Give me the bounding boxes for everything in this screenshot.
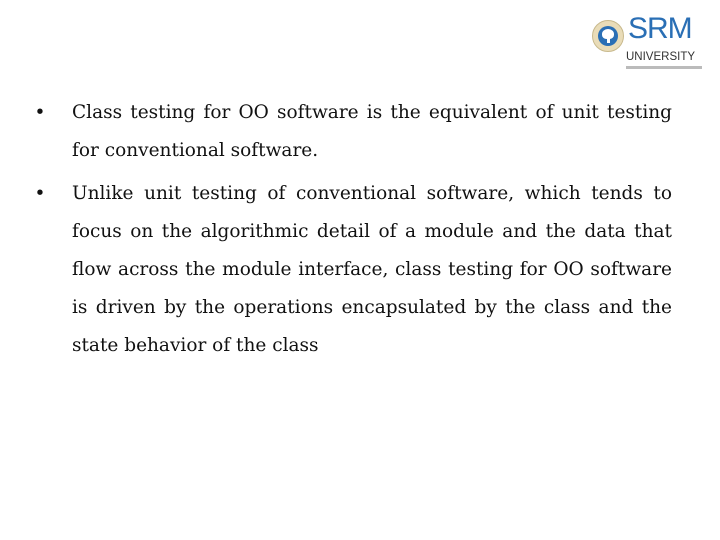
slide-body: • Class testing for OO software is the e… — [30, 94, 672, 365]
logo-subtitle-text: UNIVERSITY — [626, 51, 696, 63]
bullet-marker: • — [34, 183, 46, 204]
university-seal-icon — [592, 20, 624, 52]
bullet-text: Unlike unit testing of conventional soft… — [72, 183, 672, 356]
srm-university-logo: SRM UNIVERSITY — [592, 14, 704, 74]
logo-brand-text: SRM — [628, 12, 693, 45]
logo-tagline — [626, 66, 702, 69]
bullet-marker: • — [34, 102, 46, 123]
bullet-item: • Unlike unit testing of conventional so… — [30, 175, 672, 365]
bullet-text: Class testing for OO software is the equ… — [72, 102, 672, 161]
bullet-item: • Class testing for OO software is the e… — [30, 94, 672, 170]
